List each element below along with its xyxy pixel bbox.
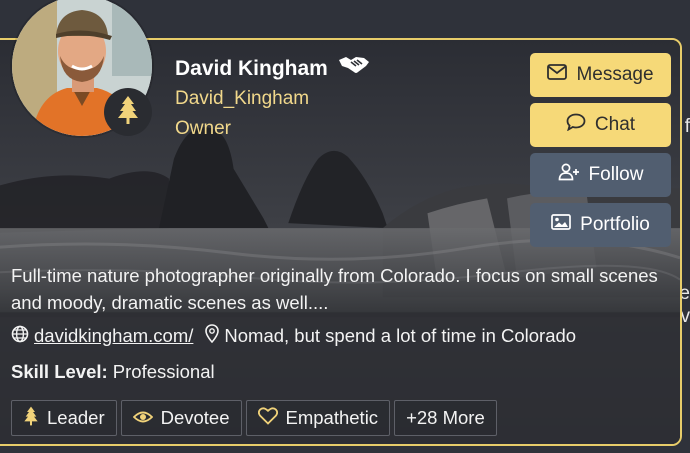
location-text: Nomad, but spend a lot of time in Colora… [224, 325, 577, 346]
badge-leader[interactable]: Leader [11, 400, 117, 436]
info-row: davidkingham.com/ Nomad, but spend a lot… [11, 324, 576, 348]
follow-button[interactable]: Follow [530, 153, 671, 197]
message-button[interactable]: Message [530, 53, 671, 97]
badge-more[interactable]: +28 More [394, 400, 497, 436]
pine-tree-icon [116, 95, 140, 130]
eye-icon [132, 407, 153, 429]
chat-button-label: Chat [594, 114, 636, 135]
image-icon [551, 214, 571, 236]
heart-icon [257, 406, 278, 430]
profile-name[interactable]: David Kingham [175, 57, 328, 81]
globe-icon [11, 325, 29, 348]
envelope-icon [547, 64, 568, 86]
portfolio-button[interactable]: Portfolio [530, 203, 671, 247]
map-pin-icon [205, 324, 220, 348]
badge-label: Leader [47, 407, 105, 428]
chat-button[interactable]: Chat [530, 103, 671, 147]
profile-role: Owner [175, 118, 231, 139]
message-button-label: Message [576, 64, 654, 85]
handshake-icon [338, 54, 370, 83]
badge-empathetic[interactable]: Empathetic [245, 400, 391, 436]
profile-bio: Full-time nature photographer originally… [11, 265, 658, 313]
badge-label: Devotee [160, 407, 230, 428]
portfolio-button-label: Portfolio [580, 214, 650, 235]
background-text-fragment: f [684, 116, 690, 137]
page: f he e v [0, 0, 690, 453]
website-link[interactable]: davidkingham.com/ [34, 325, 193, 347]
follow-button-label: Follow [588, 164, 644, 185]
badge-label: Empathetic [285, 407, 379, 428]
pine-tree-icon [23, 406, 39, 431]
badge-label: +28 More [406, 407, 485, 428]
skill-level-label: Skill Level: [11, 361, 108, 382]
skill-level: Skill Level: Professional [11, 361, 215, 383]
rank-badge [104, 88, 152, 136]
profile-handle: David_Kingham [175, 88, 310, 109]
badge-devotee[interactable]: Devotee [120, 400, 242, 436]
skill-level-value: Professional [112, 361, 215, 382]
add-user-icon [558, 163, 580, 187]
chat-bubble-icon [566, 113, 586, 137]
name-row: David Kingham [175, 54, 370, 83]
badge-list: Leader Devotee Empathetic +28 More [11, 400, 497, 436]
